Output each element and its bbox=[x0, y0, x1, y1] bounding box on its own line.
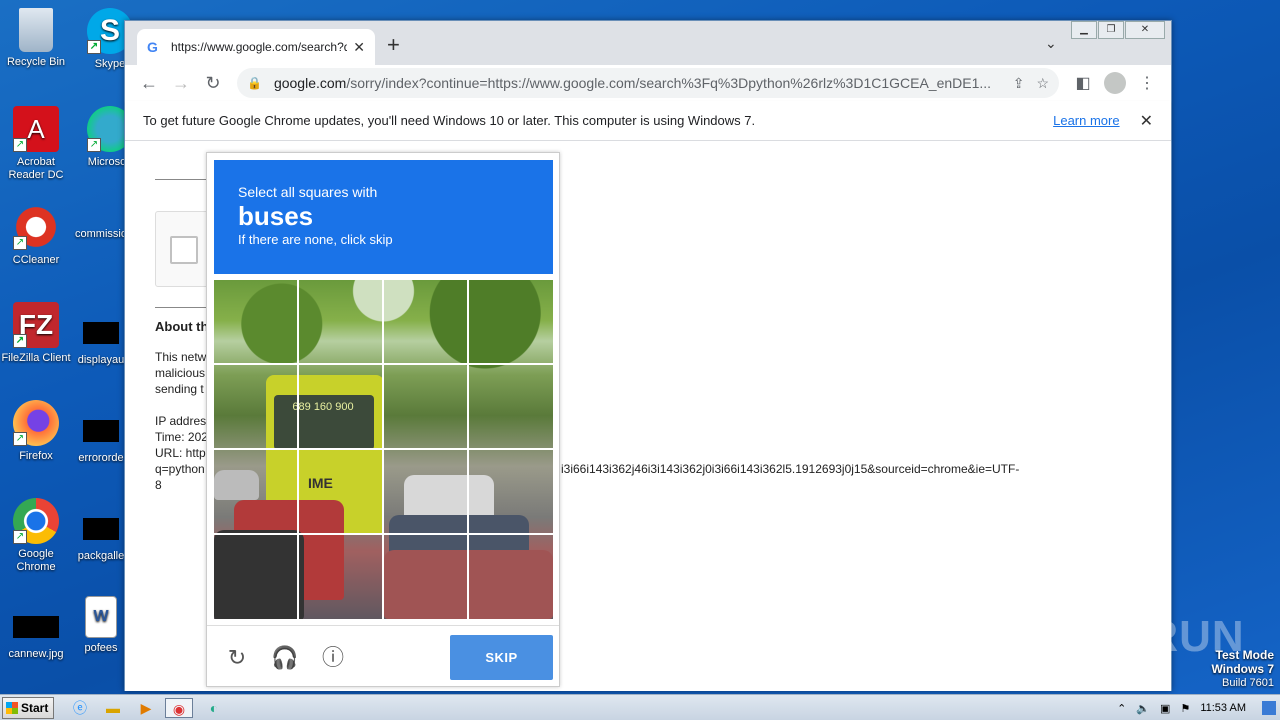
google-favicon-icon: G bbox=[147, 39, 158, 55]
desktop-icon-chrome[interactable]: ↗ Google Chrome bbox=[1, 498, 71, 574]
menu-kebab-icon[interactable]: ⋮ bbox=[1131, 73, 1163, 93]
tab-search-chevron-icon[interactable]: ⌄ bbox=[1045, 35, 1057, 52]
acrobat-icon: A ↗ bbox=[13, 106, 59, 152]
captcha-instruction: Select all squares with bbox=[238, 184, 378, 200]
profile-avatar-icon[interactable] bbox=[1104, 72, 1126, 94]
recaptcha-checkbox[interactable] bbox=[170, 236, 198, 264]
minimize-button[interactable]: ▁ bbox=[1071, 21, 1097, 39]
car-image bbox=[214, 470, 259, 500]
edge-taskbar-icon[interactable]: ◐ bbox=[200, 698, 228, 718]
redacted-icon bbox=[83, 322, 119, 344]
taskbar: Start ⓔ ▬ ▶ ◉ ◐ ⌃ 🔈 ▣ ⚑ 11:53 AM bbox=[0, 694, 1280, 720]
bus-destination: 689 160 900 bbox=[292, 401, 354, 413]
update-infobar: To get future Google Chrome updates, you… bbox=[125, 101, 1171, 141]
url-path: /sorry/index?continue=https://www.google… bbox=[346, 75, 992, 91]
browser-tab[interactable]: G https://www.google.com/search?q= ✕ bbox=[137, 29, 375, 65]
volume-icon[interactable]: 🔈 bbox=[1136, 702, 1150, 715]
share-icon[interactable]: ⇪ bbox=[1013, 75, 1025, 92]
chrome-icon: ↗ bbox=[13, 498, 59, 544]
reload-icon[interactable]: ↻ bbox=[223, 644, 251, 672]
captcha-image-grid: 689 160 900 IME bbox=[214, 280, 553, 619]
tab-close-icon[interactable]: ✕ bbox=[353, 39, 365, 56]
desktop-icon-recycle-bin[interactable]: Recycle Bin bbox=[1, 8, 71, 69]
redacted-icon bbox=[13, 616, 59, 638]
action-center-flag-icon[interactable]: ⚑ bbox=[1180, 702, 1190, 715]
recycle-bin-icon bbox=[19, 8, 53, 52]
media-player-taskbar-icon[interactable]: ▶ bbox=[132, 698, 160, 718]
start-button[interactable]: Start bbox=[2, 697, 54, 719]
bookmark-star-icon[interactable]: ☆ bbox=[1036, 75, 1049, 92]
windows-flag-icon bbox=[6, 702, 18, 714]
explorer-taskbar-icon[interactable]: ▬ bbox=[99, 698, 127, 718]
tab-title: https://www.google.com/search?q= bbox=[171, 40, 348, 54]
desktop-icons: Recycle Bin S ↗ Skype A ↗ Acrobat Reader D… bbox=[0, 0, 133, 690]
infobar-close-icon[interactable]: ✕ bbox=[1140, 111, 1153, 131]
captcha-hint: If there are none, click skip bbox=[238, 232, 393, 247]
desktop-icon-acrobat[interactable]: A ↗ Acrobat Reader DC bbox=[1, 106, 71, 182]
back-arrow-icon[interactable]: ← bbox=[133, 73, 165, 94]
audio-icon[interactable]: 🎧 bbox=[271, 644, 299, 672]
ie-taskbar-icon[interactable]: ⓔ bbox=[66, 698, 94, 718]
captcha-footer: ↻ 🎧 ⓘ SKIP bbox=[207, 625, 559, 687]
show-desktop-icon[interactable] bbox=[1262, 701, 1276, 715]
browser-toolbar: ← → ↻ 🔒 google.com/sorry/index?continue=… bbox=[125, 65, 1171, 101]
captcha-header: Select all squares with buses If there a… bbox=[214, 160, 553, 274]
test-mode-label: Test Mode Windows 7 Build 7601 bbox=[1211, 648, 1274, 689]
lock-icon: 🔒 bbox=[247, 76, 262, 90]
car-image bbox=[214, 530, 304, 619]
reload-page-icon[interactable]: ↻ bbox=[197, 73, 229, 94]
url-tail-text: i3i66i143i362j46i3i143i362j0i3i66i143i36… bbox=[561, 462, 1020, 476]
forward-arrow-icon[interactable]: → bbox=[165, 73, 197, 94]
desktop-icon-firefox[interactable]: ↗ Firefox bbox=[1, 400, 71, 463]
info-icon[interactable]: ⓘ bbox=[319, 644, 347, 672]
clock[interactable]: 11:53 AM bbox=[1200, 702, 1246, 714]
skip-button[interactable]: SKIP bbox=[450, 635, 553, 680]
network-icon[interactable]: ▣ bbox=[1160, 702, 1170, 715]
address-url: google.com/sorry/index?continue=https://… bbox=[274, 75, 1001, 91]
chrome-taskbar-icon[interactable]: ◉ bbox=[165, 698, 193, 718]
learn-more-link[interactable]: Learn more bbox=[1053, 113, 1119, 128]
ccleaner-icon: ↗ bbox=[13, 204, 59, 250]
url-host: google.com bbox=[273, 75, 347, 91]
redacted-icon bbox=[83, 420, 119, 442]
tray-expand-icon[interactable]: ⌃ bbox=[1117, 702, 1126, 715]
about-heading: About th bbox=[155, 319, 209, 334]
bus-logo: IME bbox=[308, 475, 333, 491]
desktop-icon-cannew[interactable]: cannew.jpg bbox=[1, 604, 71, 661]
new-tab-button[interactable]: + bbox=[387, 34, 400, 56]
captcha-challenge: Select all squares with buses If there a… bbox=[206, 152, 560, 687]
desktop-icon-ccleaner[interactable]: ↗ CCleaner bbox=[1, 204, 71, 267]
filezilla-icon: FZ ↗ bbox=[13, 302, 59, 348]
tab-strip: G https://www.google.com/search?q= ✕ + ⌄… bbox=[125, 21, 1171, 65]
firefox-icon: ↗ bbox=[13, 400, 59, 446]
word-doc-icon: W bbox=[85, 596, 117, 638]
maximize-button[interactable]: ❐ bbox=[1098, 21, 1124, 39]
infobar-message: To get future Google Chrome updates, you… bbox=[143, 113, 756, 128]
captcha-target: buses bbox=[238, 201, 314, 231]
redacted-icon bbox=[83, 518, 119, 540]
window-controls: ▁ ❐ ✕ bbox=[1070, 21, 1165, 39]
address-bar[interactable]: 🔒 google.com/sorry/index?continue=https:… bbox=[237, 68, 1059, 98]
system-tray: ⌃ 🔈 ▣ ⚑ 11:53 AM bbox=[1117, 695, 1280, 720]
desktop-icon-filezilla[interactable]: FZ ↗ FileZilla Client bbox=[1, 302, 71, 365]
window-close-button[interactable]: ✕ bbox=[1125, 21, 1165, 39]
side-panel-icon[interactable]: ◧ bbox=[1067, 73, 1099, 93]
